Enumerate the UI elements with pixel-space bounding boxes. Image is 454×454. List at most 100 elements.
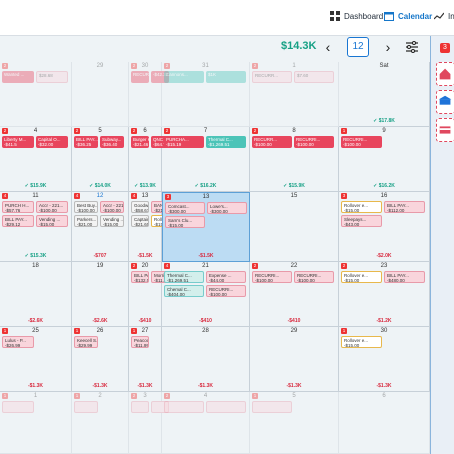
day-cell[interactable]: 134Goodway...-$58.61BANNI U...-$21.10Cap…	[129, 192, 169, 262]
transaction-pill[interactable]	[131, 401, 149, 413]
transaction-pill[interactable]: Cannons...	[164, 71, 204, 83]
day-cell[interactable]: 21 4 Thermal C... -$1,269.51 Expense ... -$44…	[162, 262, 250, 327]
day-cell[interactable]: 16 3 Rollover e... -$15.00 BILL PAY... -$112.…	[339, 192, 430, 262]
nav-calendar[interactable]: Calendar	[384, 11, 432, 21]
transaction-pill[interactable]: Goodway...-$58.61	[131, 201, 149, 213]
day-cell[interactable]: 51	[250, 392, 339, 454]
day-cell[interactable]: 62Burger Ki...-$21.46QNC - PU...-$64.78✓…	[129, 127, 169, 192]
day-cell[interactable]: 9 1 RECURRI... -$100.00 ✓ $16.2K	[339, 127, 430, 192]
transaction-pill[interactable]: RECURR... -$100.00	[252, 136, 292, 148]
transaction-pill[interactable]: Peacock...-$11.99	[131, 336, 149, 348]
day-cell[interactable]: 31 2 Cannons... $1K	[162, 62, 250, 127]
transaction-pill[interactable]: Keecell S... -$29.99	[74, 336, 98, 348]
day-cell[interactable]: 28 -$1.3K	[162, 327, 250, 392]
transaction-pill[interactable]	[164, 401, 204, 413]
day-cell[interactable]: 202BILL PAY...-$132.00Morris Je...-$11.1…	[129, 262, 169, 327]
alert-card-card[interactable]	[436, 118, 454, 142]
today-button[interactable]: 12	[347, 37, 369, 57]
transaction-pill[interactable]: BILL PAY... -$29.12	[2, 215, 34, 227]
transaction-pill[interactable]: BILL PAY... -$36.25	[74, 136, 98, 148]
day-cell[interactable]: 6	[339, 392, 430, 454]
transaction-pill[interactable]: Capital O... -$32.00	[36, 136, 68, 148]
day-cell[interactable]: 32	[129, 392, 169, 454]
day-cell[interactable]: 19 -$2.6K	[72, 262, 129, 327]
day-cell[interactable]: 29	[72, 62, 129, 127]
transaction-pill[interactable]: RECURRI... -$100.00	[206, 285, 246, 297]
day-number: 29	[290, 328, 298, 334]
transaction-pill[interactable]	[206, 401, 246, 413]
transaction-pill[interactable]: PURCHA... -$15.19	[164, 136, 204, 148]
alert-card-bank[interactable]	[436, 90, 454, 114]
nav-insights[interactable]: In	[434, 11, 454, 21]
transaction-pill[interactable]: Thermal C... -$1,269.51	[164, 271, 204, 283]
day-cell[interactable]: 11	[0, 392, 72, 454]
transaction-pill[interactable]: $7.60	[294, 71, 334, 83]
day-cell[interactable]: 5 2 BILL PAY... -$36.25 Subway... -$36.40 ✓ $1…	[72, 127, 129, 192]
transaction-pill[interactable]: Lulus - P... -$26.99	[2, 336, 34, 348]
day-cell[interactable]: 30 1 Rollover e... -$15.00 -$1.3K	[339, 327, 430, 392]
transaction-pill[interactable]	[2, 401, 34, 413]
day-cell[interactable]: 8 2 RECURR... -$100.00 RECURRI... -$100.00 ✓ $…	[250, 127, 339, 192]
transaction-pill[interactable]: Rollover e...-$15.00	[341, 336, 382, 348]
day-cell[interactable]: 18 -$2.6K	[0, 262, 72, 327]
transaction-pill[interactable]: RECURR...	[131, 71, 149, 83]
transaction-pill[interactable]: Best Buy... -$100.00	[74, 201, 98, 213]
day-cell[interactable]: 2 Wanted ... $28.68	[0, 62, 72, 127]
transaction-pill[interactable]: BILL PAY... -$480.00	[384, 271, 425, 283]
day-cell[interactable]: 15	[250, 192, 339, 262]
transaction-pill[interactable]: Rollover e...-$15.00	[341, 201, 382, 213]
transaction-pill[interactable]: Captain D...-$21.60	[131, 215, 149, 227]
day-cell[interactable]: Sat ✓ $17.8K	[339, 62, 430, 127]
transaction-pill[interactable]: Sam's Clu... -$15.00	[165, 216, 205, 228]
transaction-pill[interactable]: Vending ... -$15.00	[100, 215, 124, 227]
day-cell[interactable]: 12 4 Best Buy...-$100.00Accr - 221...-$100…	[72, 192, 129, 262]
transaction-pill[interactable]	[252, 401, 292, 413]
transaction-pill[interactable]: Vending ... -$15.00	[36, 215, 68, 227]
transaction-pill[interactable]: RECURRI... -$100.00	[294, 136, 334, 148]
transaction-pill[interactable]: RECURR...	[252, 71, 292, 83]
day-number: Sat	[379, 63, 389, 69]
transaction-pill[interactable]: RECURRI... -$100.00	[294, 271, 334, 283]
day-cell[interactable]: 4 2 Liberty M... -$41.5 Capital O... -$32.00 ✓…	[0, 127, 72, 192]
day-cell[interactable]: 21	[72, 392, 129, 454]
transaction-pill[interactable]: Expense ... -$44.00	[206, 271, 246, 283]
prev-month-button[interactable]: ‹	[321, 39, 335, 55]
day-cell[interactable]: 29 -$1.3K	[250, 327, 339, 392]
day-cell[interactable]: 26 1 Keecell S... -$29.99 -$1.3K	[72, 327, 129, 392]
transaction-pill[interactable]: PURCH H... -$57.76	[2, 201, 34, 213]
day-cell[interactable]: 11 4 PURCH H... -$57.76 Accr - 221... -$100.0…	[0, 192, 72, 262]
transaction-pill[interactable]: BILL PAY...-$132.00	[131, 271, 149, 283]
nav-dashboard[interactable]: Dashboard	[330, 11, 383, 21]
day-cell[interactable]: 22 2 RECURRI... -$100.00 RECURRI... -$100.00-…	[250, 262, 339, 327]
transaction-pill[interactable]: Lowe's... -$300.00	[207, 202, 247, 214]
alert-card-home[interactable]	[436, 62, 454, 86]
day-cell[interactable]: 1 2 RECURR... $7.60	[250, 62, 339, 127]
transaction-pill[interactable]: $28.68	[36, 71, 68, 83]
filter-icon[interactable]	[405, 40, 419, 54]
day-cell[interactable]: 13 3 Comcast... -$300.00 Lowe's... -$300.00 Sa…	[162, 192, 250, 262]
day-cell[interactable]: 25 1 Lulus - P... -$26.99 -$1.3K	[0, 327, 72, 392]
transaction-pill[interactable]: Thermal C... -$1,269.51	[206, 136, 246, 148]
transaction-pill[interactable]: Wanted ...	[2, 71, 34, 83]
transaction-pill[interactable]: Accr - 221...-$100.00	[36, 201, 68, 213]
day-cell[interactable]: 42	[162, 392, 250, 454]
next-month-button[interactable]: ›	[381, 39, 395, 55]
transaction-pill[interactable]: RECURRI... -$100.00	[252, 271, 292, 283]
transaction-pill[interactable]: Subway... -$36.40	[100, 136, 124, 148]
transaction-pill[interactable]: RECURRI... -$100.00	[341, 136, 382, 148]
transaction-pill[interactable]: Rollover e...-$15.00	[341, 271, 382, 283]
day-cell[interactable]: 271Peacock...-$11.99-$1.3K	[129, 327, 162, 392]
transaction-pill[interactable]: BILL PAY... -$112.00	[384, 201, 425, 213]
day-cell[interactable]: 23 2 Rollover e... -$15.00 BILL PAY... -$480.…	[339, 262, 430, 327]
day-cell[interactable]: 7 2 PURCHA... -$15.19 Thermal C... -$1,269.51…	[162, 127, 250, 192]
transaction-pill[interactable]: Accr - 221...-$100.00	[100, 201, 124, 213]
transaction-pill[interactable]: Liberty M... -$41.5	[2, 136, 34, 148]
transaction-pill[interactable]: Burger Ki...-$21.46	[131, 136, 149, 148]
transaction-pill[interactable]: $1K	[206, 71, 246, 83]
transaction-pill[interactable]: Chemal C... -$404.00	[164, 285, 204, 297]
transaction-pill[interactable]: Comcast... -$300.00	[165, 202, 205, 214]
day-cell[interactable]: 302RECURR...-$42.32	[129, 62, 169, 127]
transaction-pill[interactable]: Parkers... -$21.00	[74, 215, 98, 227]
transaction-pill[interactable]: Sleepays... -$43.00	[341, 215, 382, 227]
transaction-pill[interactable]	[74, 401, 98, 413]
